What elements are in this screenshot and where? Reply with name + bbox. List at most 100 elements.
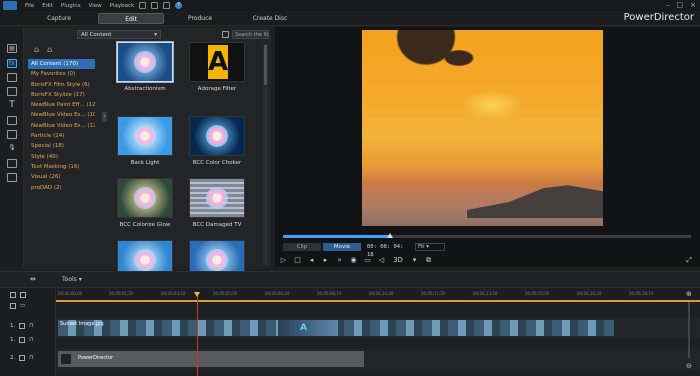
effect-tile[interactable]: Abstractionism: [114, 42, 176, 92]
effect-tile[interactable]: A Adorage Filter: [186, 42, 248, 92]
maximize-icon[interactable]: □: [677, 1, 684, 9]
menu-view[interactable]: View: [89, 3, 102, 9]
fit-timeline-icon[interactable]: ⇹: [30, 275, 36, 283]
maximize-preview-icon[interactable]: ⤢: [686, 256, 692, 265]
work-area-bar[interactable]: [56, 300, 700, 302]
lock-icon[interactable]: ⊓: [29, 337, 33, 343]
clip-mode-button[interactable]: Clip: [283, 243, 321, 251]
voice-over-icon[interactable]: 🎙: [7, 144, 17, 153]
play-icon[interactable]: ▷: [279, 256, 288, 265]
library-search-input[interactable]: Search the library: [232, 30, 269, 39]
preview-quality-icon[interactable]: ▭: [363, 256, 372, 265]
zoom-dropdown[interactable]: Fit ▾: [415, 243, 445, 251]
save-project-icon[interactable]: [139, 2, 147, 9]
playhead-handle[interactable]: [194, 292, 200, 297]
island-silhouette: [467, 185, 603, 218]
effect-tile[interactable]: Back Light: [114, 116, 176, 166]
track-enable-checkbox[interactable]: [19, 337, 26, 343]
chapter-room-icon[interactable]: [7, 159, 17, 168]
seek-handle[interactable]: [387, 233, 393, 238]
menu-playback[interactable]: Playback: [110, 3, 135, 9]
library-filter-dropdown[interactable]: All Content ▾: [77, 30, 161, 39]
volume-icon[interactable]: ◁: [377, 256, 386, 265]
track-enable-checkbox[interactable]: [10, 303, 16, 309]
audio-mixing-icon[interactable]: [7, 130, 17, 139]
zoom-value: Fit: [418, 244, 425, 250]
tab-capture[interactable]: Capture: [30, 13, 88, 24]
pip-room-icon[interactable]: [7, 73, 17, 82]
tag-icon[interactable]: ⌂: [34, 45, 39, 54]
category-item[interactable]: BorisFX Stylize (17): [28, 90, 95, 100]
grid-view-icon[interactable]: [222, 31, 229, 38]
audio-track-1-lane[interactable]: [56, 340, 700, 348]
remove-tag-icon[interactable]: ⌂: [47, 45, 52, 54]
lock-icon[interactable]: ⊓: [29, 355, 33, 361]
timeline-clip-sunset[interactable]: Sunset Image.jpg A: [58, 320, 614, 336]
category-item[interactable]: Text Masking (16): [28, 162, 95, 172]
lock-icon[interactable]: ⊓: [29, 323, 33, 329]
fast-forward-icon[interactable]: »: [335, 256, 344, 265]
track-enable-checkbox[interactable]: [10, 292, 16, 298]
minimize-icon[interactable]: –: [666, 1, 670, 9]
previous-frame-icon[interactable]: ◂: [307, 256, 316, 265]
menu-edit[interactable]: Edit: [42, 3, 53, 9]
category-item[interactable]: NewBlue Video Es... (12): [28, 121, 95, 131]
title-room-icon[interactable]: T: [7, 101, 17, 110]
stop-icon[interactable]: □: [293, 256, 302, 265]
dropdown-icon[interactable]: ▾: [410, 256, 419, 265]
effect-thumbnail: [117, 178, 173, 218]
tab-edit[interactable]: Edit: [98, 13, 164, 24]
category-item[interactable]: Style (40): [28, 152, 95, 162]
undock-icon[interactable]: ⧉: [424, 256, 433, 265]
track-enable-checkbox[interactable]: [19, 355, 26, 361]
menu-plugins[interactable]: Plugins: [61, 3, 81, 9]
effect-tile[interactable]: BCC Color Choker: [186, 116, 248, 166]
timecode-display[interactable]: 00: 00: 04: 18: [367, 243, 413, 258]
brand-title: PowerDirector: [623, 12, 694, 23]
zoom-in-icon[interactable]: ⊕: [686, 290, 692, 298]
tools-menu[interactable]: Tools ▾: [62, 276, 82, 283]
redo-icon[interactable]: [163, 2, 171, 9]
tab-create-disc[interactable]: Create Disc: [240, 13, 300, 24]
effect-tile[interactable]: BCC Colorize Glow: [114, 178, 176, 228]
snapshot-icon[interactable]: ◉: [349, 256, 358, 265]
fx-room-icon[interactable]: fx: [7, 59, 17, 68]
video-track-2-header: 2. ⊓: [10, 355, 34, 361]
category-item[interactable]: proDAD (2): [28, 183, 95, 193]
collapse-panel-button[interactable]: ‹: [102, 112, 107, 122]
undo-icon[interactable]: [151, 2, 159, 9]
library-scrollbar[interactable]: [263, 43, 268, 265]
preview-seek-bar[interactable]: [283, 233, 691, 238]
track-enable-checkbox[interactable]: [19, 323, 26, 329]
category-item[interactable]: My Favorites (0): [28, 69, 95, 79]
mode-3d-toggle[interactable]: 3D: [391, 256, 405, 265]
effect-tile[interactable]: BCC Damaged TV: [186, 178, 248, 228]
menu-file[interactable]: File: [25, 3, 34, 9]
category-item[interactable]: Visual (26): [28, 172, 95, 182]
track-tool-icon[interactable]: ▭: [20, 303, 25, 309]
category-item[interactable]: Particle (24): [28, 131, 95, 141]
help-icon[interactable]: ?: [175, 2, 183, 9]
next-frame-icon[interactable]: ▸: [321, 256, 330, 265]
category-item[interactable]: All Content (170): [28, 59, 95, 70]
preview-mode-controls: Clip Movie 00: 00: 04: 18 Fit ▾: [279, 243, 699, 258]
media-room-icon[interactable]: ▤: [7, 44, 17, 53]
tab-produce[interactable]: Produce: [170, 13, 230, 24]
movie-mode-button[interactable]: Movie: [323, 243, 361, 251]
category-item[interactable]: BorisFX Film Style (6): [28, 80, 95, 90]
timeline-clip-title[interactable]: PowerDirector: [58, 351, 364, 367]
category-item[interactable]: Special (18): [28, 141, 95, 151]
palm-leaves-image: [382, 30, 492, 100]
transition-room-icon[interactable]: [7, 116, 17, 125]
zoom-slider[interactable]: [688, 302, 690, 358]
particle-room-icon[interactable]: [7, 87, 17, 96]
subtitle-room-icon[interactable]: [7, 173, 17, 182]
zoom-out-icon[interactable]: ⊖: [686, 362, 692, 370]
playhead-line[interactable]: [197, 293, 198, 376]
ruler-tick: 00;00;18;10: [629, 291, 654, 296]
category-item[interactable]: NewBlue Video Es... (10): [28, 110, 95, 120]
title-effect-segment[interactable]: [278, 320, 338, 336]
category-item[interactable]: NewBlue Paint Eff... (12): [28, 100, 95, 110]
close-icon[interactable]: ×: [690, 1, 696, 9]
track-lock-checkbox[interactable]: [20, 292, 26, 298]
